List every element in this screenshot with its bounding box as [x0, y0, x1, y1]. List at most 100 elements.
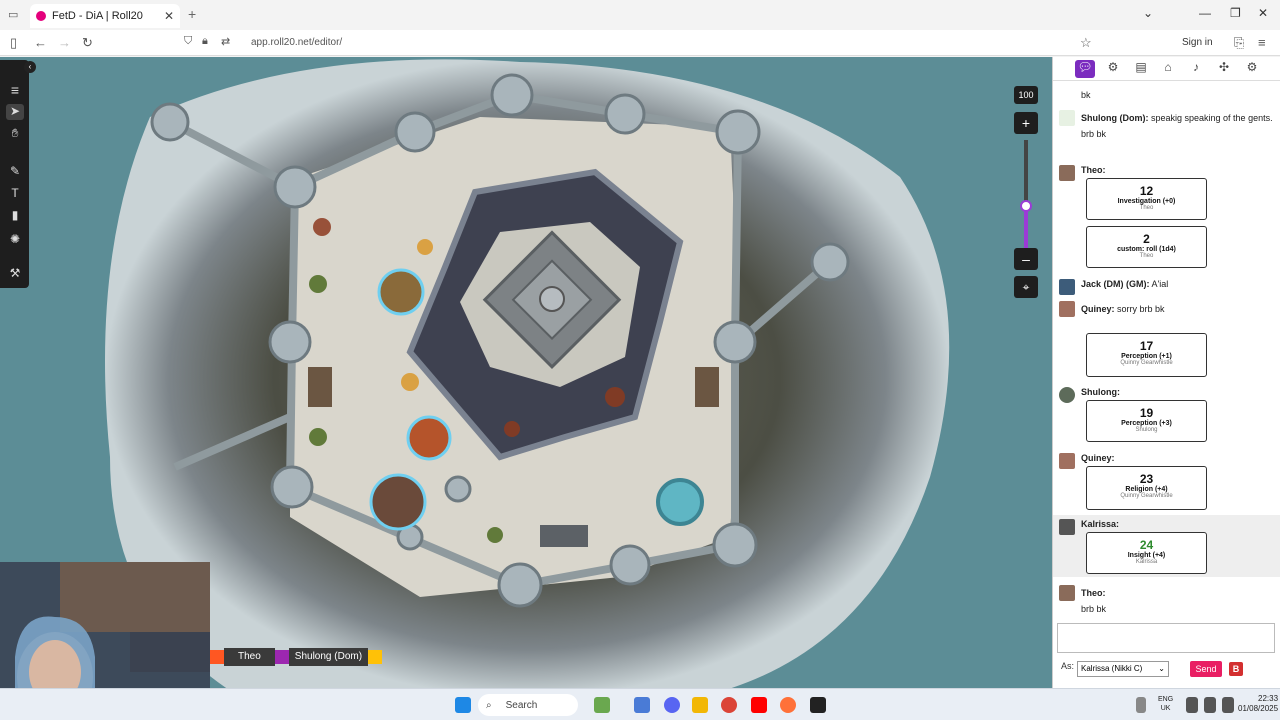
- journal-tab-icon[interactable]: ⌂: [1158, 60, 1178, 78]
- chrome-icon[interactable]: [721, 697, 737, 713]
- avatar: [1059, 110, 1075, 126]
- windows-start-icon[interactable]: [455, 697, 471, 713]
- jukebox-tab-icon[interactable]: ♪: [1186, 60, 1206, 78]
- roll-result: 24 Insight (+4) Kalrissa: [1086, 532, 1207, 574]
- send-button[interactable]: Send: [1190, 661, 1222, 677]
- copilot-icon[interactable]: [634, 697, 650, 713]
- avatar: [1059, 585, 1075, 601]
- wifi-icon[interactable]: [1186, 697, 1198, 713]
- b-extension-icon[interactable]: B: [1229, 662, 1243, 676]
- menu-hamburger-icon[interactable]: ≡: [6, 82, 24, 98]
- address-bar: ▯ ← → ↻ ⛉ 🔒︎ ⇄ app.roll20.net/editor/ ☆ …: [0, 30, 1280, 56]
- sidebar-toggle-icon[interactable]: ▯: [10, 35, 17, 51]
- reload-icon[interactable]: ↻: [82, 35, 93, 51]
- avatar: [1059, 453, 1075, 469]
- chat-message: Jack (DM) (GM): A'ial: [1059, 279, 1276, 295]
- chat-message: Quiney: sorry brb bk: [1059, 301, 1276, 317]
- discord-icon[interactable]: [664, 697, 680, 713]
- tab-title: FetD - DiA | Roll20: [52, 10, 143, 22]
- menu-icon[interactable]: ≡: [1258, 35, 1266, 50]
- player-name-shulong: Shulong (Dom): [288, 648, 369, 666]
- url-field[interactable]: app.roll20.net/editor/: [251, 37, 342, 48]
- player-name-theo: Theo: [224, 648, 275, 666]
- ruler-tool-icon[interactable]: ▮: [6, 208, 24, 224]
- close-window-icon[interactable]: ✕: [1258, 6, 1268, 20]
- youtube-icon[interactable]: [751, 697, 767, 713]
- fx-tool-icon[interactable]: ✺: [6, 232, 24, 248]
- collapse-toolbar-icon[interactable]: ‹: [24, 61, 36, 73]
- sign-in-button[interactable]: Sign in: [1182, 37, 1213, 48]
- select-tool-icon[interactable]: ➤: [6, 104, 24, 120]
- avatar: [1059, 301, 1075, 317]
- chat-message: Shulong:: [1059, 387, 1276, 403]
- chat-input[interactable]: [1057, 623, 1275, 653]
- player-color-swatch: [274, 650, 289, 664]
- chat-message: Quiney:: [1059, 453, 1276, 469]
- zoom-in-button[interactable]: +: [1014, 112, 1038, 134]
- zoom-control: 100 + – ⌖: [1014, 86, 1038, 300]
- roll-result: 23 Religion (+4) Quinny Gearwhistle: [1086, 466, 1207, 510]
- art-tab-icon[interactable]: ▤: [1131, 60, 1151, 78]
- mic-icon[interactable]: [1136, 697, 1146, 713]
- roll-result: 12 Investigation (+0) Theo: [1086, 178, 1207, 220]
- volume-icon[interactable]: [1204, 697, 1216, 713]
- taskbar: ⌕ Search ENG UK 22:33 01/08/2025: [0, 688, 1280, 720]
- extensions-icon[interactable]: ⎘: [1234, 35, 1244, 51]
- firefox-icon[interactable]: [780, 697, 796, 713]
- player-name-bar: Theo Shulong (Dom): [210, 648, 383, 666]
- tab-close-icon[interactable]: ✕: [164, 9, 174, 23]
- player-color-swatch: [368, 650, 383, 664]
- roll-result: 17 Perception (+1) Quinny Gearwhistle: [1086, 333, 1207, 377]
- back-icon[interactable]: ←: [34, 35, 47, 50]
- battery-icon[interactable]: [1222, 697, 1234, 713]
- chat-panel: 💬︎ ⚙ ▤ ⌂ ♪ ✣ ⚙ bk Shulong (Dom): speakig…: [1052, 57, 1280, 688]
- obs-icon[interactable]: [810, 697, 826, 713]
- clock[interactable]: 22:33 01/08/2025: [1238, 694, 1278, 714]
- speaking-as-select[interactable]: Kalrissa (Nikki C) ⌄: [1077, 661, 1169, 677]
- chat-message: Kalrissa:: [1059, 519, 1276, 535]
- browser-tab[interactable]: FetD - DiA | Roll20 ✕: [30, 4, 180, 28]
- text-tool-icon[interactable]: T: [6, 186, 24, 202]
- recenter-icon[interactable]: ⌖: [1014, 276, 1038, 298]
- tab-list-icon[interactable]: ▭: [8, 8, 18, 21]
- zoom-slider-handle[interactable]: [1020, 200, 1032, 212]
- avatar: [1059, 279, 1075, 295]
- avatar: [1059, 165, 1075, 181]
- forward-icon[interactable]: →: [58, 35, 71, 50]
- zoom-level: 100: [1014, 86, 1038, 104]
- dice-tool-icon[interactable]: ⚒: [6, 266, 24, 282]
- avatar: [1059, 387, 1075, 403]
- zoom-out-button[interactable]: –: [1014, 248, 1038, 270]
- avatar: [1059, 519, 1075, 535]
- file-explorer-icon[interactable]: [692, 697, 708, 713]
- new-tab-icon[interactable]: +: [188, 6, 196, 22]
- collection-tab-icon[interactable]: ✣: [1214, 60, 1234, 78]
- roll-result: 19 Perception (+3) Shulong: [1086, 400, 1207, 442]
- settings-tab-icon[interactable]: ⚙: [1242, 60, 1262, 78]
- tool-bar: ≡ ➤ ✋︎ ✎ T ▮ ✺ ⚒: [0, 60, 29, 288]
- chat-message: Theo:: [1059, 165, 1276, 181]
- bookmark-star-icon[interactable]: ☆: [1080, 35, 1092, 51]
- taskbar-search[interactable]: ⌕ Search: [478, 694, 578, 716]
- chat-message: bk: [1081, 90, 1091, 100]
- widgets-icon[interactable]: [594, 697, 610, 713]
- speaking-as-label: As:: [1061, 661, 1075, 671]
- language-indicator[interactable]: ENG UK: [1158, 695, 1173, 713]
- player-color-swatch: [210, 650, 224, 664]
- tab-search-chevron-icon[interactable]: ⌄: [1143, 6, 1153, 20]
- chat-tab-icon[interactable]: 💬︎: [1075, 60, 1095, 78]
- maximize-icon[interactable]: ❐: [1230, 6, 1241, 20]
- shield-icon[interactable]: ⛉: [184, 35, 192, 48]
- fountain: [656, 478, 704, 526]
- pan-hand-icon[interactable]: ✋︎: [6, 126, 24, 142]
- sidebar-tabs: 💬︎ ⚙ ▤ ⌂ ♪ ✣ ⚙: [1053, 57, 1280, 81]
- roll-result: 2 custom: roll (1d4) Theo: [1086, 226, 1207, 268]
- draw-tool-icon[interactable]: ✎: [6, 164, 24, 180]
- minimize-icon[interactable]: —: [1199, 6, 1211, 20]
- browser-tab-bar: ▭ FetD - DiA | Roll20 ✕ + ⌄ — ❐ ✕: [0, 0, 1280, 30]
- chat-message: Shulong (Dom): speakig speaking of the g…: [1059, 110, 1276, 142]
- roll20-favicon-icon: [36, 11, 46, 21]
- permissions-icon[interactable]: ⇄: [221, 35, 230, 48]
- compendium-tab-icon[interactable]: ⚙: [1103, 60, 1123, 78]
- lock-icon[interactable]: 🔒︎: [202, 35, 208, 48]
